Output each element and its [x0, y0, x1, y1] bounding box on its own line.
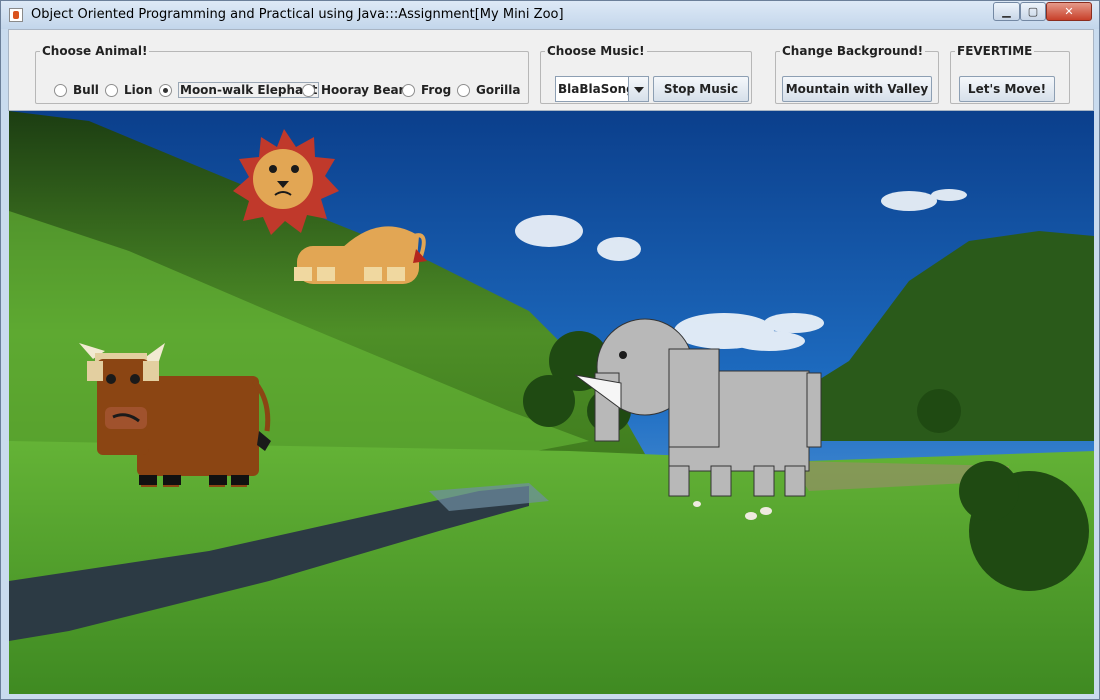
change-background-button[interactable]: Mountain with Valley — [782, 76, 932, 102]
title-bar[interactable]: Object Oriented Programming and Practica… — [1, 1, 1099, 29]
change-background-group: Change Background! Mountain with Valley — [775, 44, 939, 104]
close-button[interactable]: ✕ — [1046, 2, 1092, 21]
radio-moon-walk-elephant-dot[interactable] — [159, 83, 172, 97]
radio-moon-walk-elephant-label: Moon-walk Elephant — [178, 82, 320, 98]
zoo-scene[interactable] — [9, 111, 1094, 694]
radio-frog-label: Frog — [421, 83, 452, 97]
control-panel: Choose Animal! Bull Lion Moon-walk Eleph… — [8, 29, 1094, 111]
choose-animal-group: Choose Animal! Bull Lion Moon-walk Eleph… — [35, 44, 529, 104]
radio-moon-walk-elephant[interactable]: Moon-walk Elephant — [159, 80, 320, 100]
minimize-button[interactable]: ▁ — [993, 2, 1020, 21]
radio-lion-dot[interactable] — [105, 83, 118, 97]
change-background-legend: Change Background! — [782, 44, 924, 58]
choose-music-group: Choose Music! BlaBlaSong Stop Music — [540, 44, 752, 104]
window-title: Object Oriented Programming and Practica… — [31, 7, 564, 22]
fevertime-group: FEVERTIME Let's Move! — [950, 44, 1070, 104]
radio-hooray-bear-label: Hooray Bear — [321, 83, 405, 97]
stop-music-button[interactable]: Stop Music — [653, 76, 749, 102]
radio-lion-label: Lion — [124, 83, 153, 97]
radio-frog[interactable]: Frog — [402, 80, 451, 100]
choose-music-legend: Choose Music! — [547, 44, 645, 58]
chevron-down-icon[interactable] — [628, 77, 648, 101]
radio-gorilla[interactable]: Gorilla — [457, 80, 520, 100]
radio-hooray-bear-dot[interactable] — [302, 83, 315, 97]
radio-gorilla-dot[interactable] — [457, 83, 470, 97]
radio-frog-dot[interactable] — [402, 83, 415, 97]
radio-gorilla-label: Gorilla — [476, 83, 521, 97]
lets-move-button[interactable]: Let's Move! — [959, 76, 1055, 102]
radio-bull-dot[interactable] — [54, 83, 67, 97]
choose-animal-legend: Choose Animal! — [42, 44, 148, 58]
fevertime-legend: FEVERTIME — [957, 44, 1033, 58]
radio-bull-label: Bull — [73, 83, 99, 97]
java-app-icon — [9, 8, 23, 22]
radio-bull[interactable]: Bull — [54, 80, 99, 100]
mountain-valley-background — [9, 111, 1094, 694]
music-select[interactable]: BlaBlaSong — [555, 76, 649, 102]
radio-lion[interactable]: Lion — [105, 80, 153, 100]
radio-hooray-bear[interactable]: Hooray Bear — [302, 80, 404, 100]
music-select-value: BlaBlaSong — [558, 82, 635, 96]
app-window: Object Oriented Programming and Practica… — [0, 0, 1100, 700]
maximize-button[interactable]: ▢ — [1020, 2, 1046, 21]
